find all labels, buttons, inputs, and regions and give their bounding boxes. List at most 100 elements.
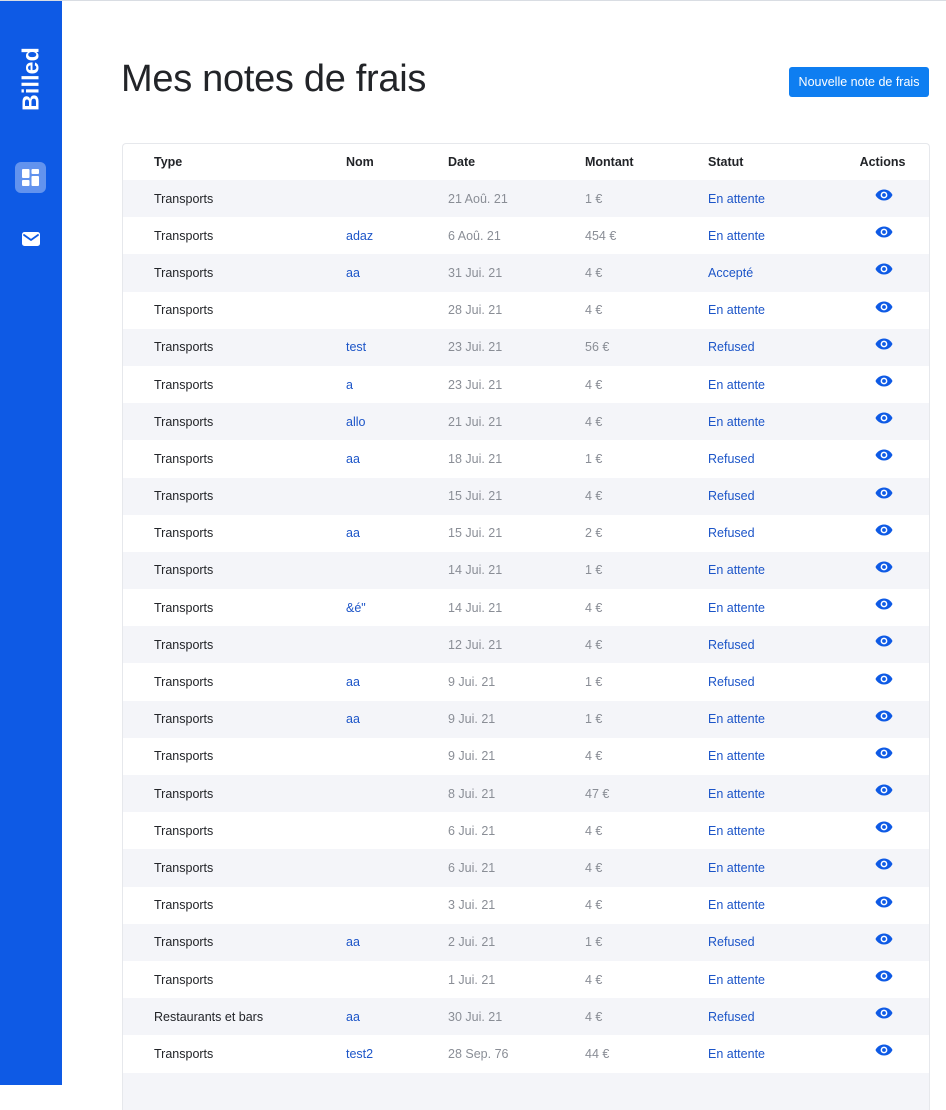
table-row: Transports 21 Aoû. 21 1 € En attente — [123, 180, 929, 218]
table-row: Transports 12 Jui. 21 4 € Refused — [123, 626, 929, 664]
name-cell[interactable]: test2 — [346, 1035, 448, 1072]
name-cell[interactable] — [346, 775, 448, 812]
eye-icon[interactable] — [875, 784, 893, 796]
amount-cell: 1 € — [585, 712, 603, 727]
eye-icon[interactable] — [875, 524, 893, 536]
name-cell[interactable]: a — [346, 366, 448, 403]
name-cell[interactable] — [346, 180, 448, 217]
actions-cell — [824, 1073, 929, 1110]
name-cell[interactable]: aa — [346, 701, 448, 738]
date-cell: 3 Jui. 21 — [448, 898, 496, 913]
date-cell — [448, 1073, 585, 1110]
mail-nav-button[interactable] — [21, 230, 41, 248]
type-cell: Transports — [154, 898, 214, 913]
amount-cell: 2 € — [585, 526, 603, 541]
dashboard-nav-button[interactable] — [15, 162, 46, 193]
status-cell: En attente — [708, 712, 765, 727]
name-cell[interactable] — [346, 626, 448, 663]
name-cell[interactable]: aa — [346, 254, 448, 291]
table-row: Transports 3 Jui. 21 4 € En attente — [123, 886, 929, 924]
eye-icon[interactable] — [875, 710, 893, 722]
type-cell: Transports — [154, 600, 214, 615]
table-row: Transports 6 Jui. 21 4 € En attente — [123, 812, 929, 850]
name-cell[interactable]: adaz — [346, 217, 448, 254]
name-cell[interactable] — [346, 887, 448, 924]
actions-cell — [824, 552, 929, 589]
type-cell: Transports — [154, 414, 214, 429]
table-row: Transports 1 Jui. 21 4 € En attente — [123, 960, 929, 999]
status-cell: En attente — [708, 191, 765, 206]
name-cell[interactable] — [346, 812, 448, 849]
eye-icon[interactable] — [875, 487, 893, 499]
eye-icon[interactable] — [875, 858, 893, 870]
eye-icon[interactable] — [875, 412, 893, 424]
eye-icon[interactable] — [875, 970, 893, 982]
eye-icon[interactable] — [875, 263, 893, 275]
eye-icon[interactable] — [875, 375, 893, 387]
name-cell[interactable]: allo — [346, 403, 448, 440]
name-cell[interactable]: &é" — [346, 589, 448, 626]
date-cell: 9 Jui. 21 — [448, 675, 496, 690]
name-cell[interactable]: aa — [346, 663, 448, 700]
eye-icon[interactable] — [875, 598, 893, 610]
app-logo: Billed — [17, 47, 44, 111]
status-cell — [708, 1073, 824, 1110]
actions-cell — [824, 849, 929, 886]
eye-icon[interactable] — [875, 635, 893, 647]
type-cell: Transports — [154, 972, 214, 987]
eye-icon[interactable] — [875, 673, 893, 685]
name-cell[interactable]: test — [346, 329, 448, 366]
name-cell[interactable] — [346, 849, 448, 886]
actions-cell — [824, 626, 929, 663]
actions-cell — [824, 589, 929, 626]
eye-icon[interactable] — [875, 747, 893, 759]
date-cell: 14 Jui. 21 — [448, 563, 503, 578]
eye-icon[interactable] — [875, 226, 893, 238]
table-row: Transports test 23 Jui. 21 56 € Refused — [123, 328, 929, 366]
date-cell: 21 Aoû. 21 — [448, 191, 508, 206]
date-cell: 28 Sep. 76 — [448, 1046, 509, 1061]
new-bill-button[interactable]: Nouvelle note de frais — [789, 67, 929, 97]
type-cell: Restaurants et bars — [154, 1009, 264, 1024]
type-cell: Transports — [154, 675, 214, 690]
status-cell: Refused — [708, 637, 755, 652]
eye-icon[interactable] — [875, 449, 893, 461]
amount-cell: 1 € — [585, 451, 603, 466]
name-cell[interactable] — [346, 478, 448, 515]
eye-icon[interactable] — [875, 301, 893, 313]
eye-icon[interactable] — [875, 896, 893, 908]
eye-icon[interactable] — [875, 933, 893, 945]
amount-cell: 4 € — [585, 303, 603, 318]
name-cell[interactable]: aa — [346, 440, 448, 477]
table-row: Transports allo 21 Jui. 21 4 € En attente — [123, 403, 929, 441]
date-cell: 6 Jui. 21 — [448, 860, 496, 875]
name-cell[interactable] — [346, 738, 448, 775]
eye-icon[interactable] — [875, 189, 893, 201]
eye-icon[interactable] — [875, 1044, 893, 1056]
type-cell: Transports — [154, 451, 214, 466]
eye-icon[interactable] — [875, 821, 893, 833]
name-cell[interactable]: aa — [346, 998, 448, 1035]
table-row: Transports aa 9 Jui. 21 1 € Refused — [123, 663, 929, 701]
amount-cell: 1 € — [585, 563, 603, 578]
name-cell[interactable] — [346, 1073, 448, 1110]
actions-cell — [824, 217, 929, 254]
eye-icon[interactable] — [875, 1007, 893, 1019]
type-cell: Transports — [154, 637, 214, 652]
date-cell: 1 Jui. 21 — [448, 972, 496, 987]
name-cell[interactable] — [346, 961, 448, 998]
name-cell[interactable] — [346, 292, 448, 329]
name-cell[interactable]: aa — [346, 515, 448, 552]
status-cell: En attente — [708, 749, 765, 764]
column-header-actions: Actions — [859, 155, 906, 169]
eye-icon[interactable] — [875, 561, 893, 573]
dashboard-icon — [22, 169, 39, 186]
actions-cell — [824, 701, 929, 738]
name-cell[interactable]: aa — [346, 924, 448, 961]
column-header-status: Statut — [708, 155, 744, 169]
eye-icon[interactable] — [875, 338, 893, 350]
date-cell: 9 Jui. 21 — [448, 749, 496, 764]
type-cell: Transports — [154, 749, 214, 764]
name-cell[interactable] — [346, 552, 448, 589]
amount-cell — [585, 1073, 708, 1110]
